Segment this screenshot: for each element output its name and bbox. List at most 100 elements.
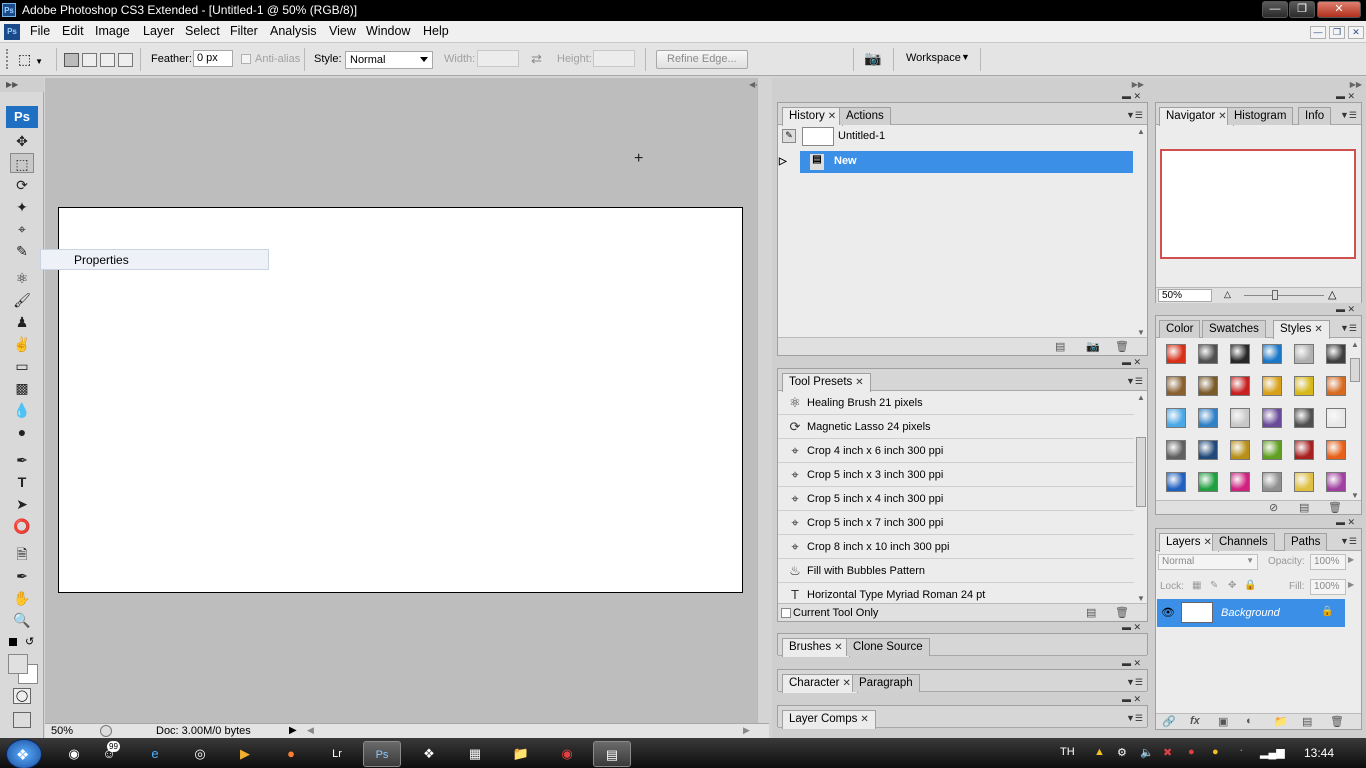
tray-icon-1[interactable]: ▲ (1094, 746, 1105, 758)
crop-tool-icon[interactable]: ⌖ (10, 219, 34, 239)
style-swatch[interactable] (1166, 472, 1186, 492)
workspace-menu[interactable]: Workspace (906, 52, 961, 64)
scroll-thumb[interactable] (1350, 358, 1360, 382)
dock-grip-right[interactable]: ▶▶ (1154, 80, 1364, 94)
scroll-right-icon[interactable]: ▶ (743, 725, 750, 736)
tab-history[interactable]: History ✕ (782, 107, 844, 126)
style-swatch[interactable] (1294, 376, 1314, 396)
taskbar-photoshop[interactable]: Ps (363, 741, 401, 767)
style-swatch[interactable] (1262, 440, 1282, 460)
tab-navigator[interactable]: Navigator ✕ (1159, 107, 1234, 126)
style-swatch[interactable] (1198, 408, 1218, 428)
menu-help[interactable]: Help (423, 24, 449, 38)
new-selection-icon[interactable] (64, 53, 79, 67)
bridge-icon[interactable]: 📷 (864, 50, 886, 68)
style-swatch[interactable] (1294, 344, 1314, 364)
close-icon[interactable]: ✕ (1314, 324, 1322, 335)
antivirus-icon[interactable]: ● (1188, 746, 1195, 758)
navigator-preview[interactable] (1160, 149, 1356, 259)
close-icon[interactable]: ✕ (1204, 537, 1212, 548)
bluetooth-icon[interactable]: ᛫ (1238, 746, 1245, 758)
lasso-tool-icon[interactable]: ⟳ (10, 175, 34, 195)
brush-tool-icon[interactable]: 🖌 (10, 290, 34, 310)
clone-stamp-tool-icon[interactable]: ♟ (10, 312, 34, 332)
trash-icon[interactable]: 🗑 (1115, 606, 1129, 619)
style-swatch[interactable] (1326, 408, 1346, 428)
clock[interactable]: 13:44 (1304, 746, 1334, 760)
screen-mode-icon[interactable] (13, 712, 31, 728)
style-swatch[interactable] (1326, 376, 1346, 396)
panel-close-icon[interactable]: ▬ ✕ (1122, 694, 1141, 705)
taskbar-ie[interactable]: e (136, 741, 174, 767)
toolbox-grip[interactable]: ▶▶ (0, 78, 44, 92)
style-swatch[interactable] (1294, 440, 1314, 460)
styles-scrollbar[interactable]: ▲ ▼ (1349, 340, 1361, 500)
close-icon[interactable]: ✕ (828, 111, 836, 122)
quick-mask-icon[interactable]: ◯ (13, 688, 31, 704)
taskbar-media[interactable]: ▶ (226, 741, 264, 767)
navigator-zoom-input[interactable]: 50% (1158, 289, 1212, 302)
lock-all-icon[interactable]: 🔒 (1244, 580, 1256, 591)
link-layers-icon[interactable]: 🔗 (1162, 715, 1176, 728)
panel-menu-icon[interactable]: ▼☰ (1340, 536, 1357, 547)
hand-tool-icon[interactable]: ✋ (10, 588, 34, 608)
panel-menu-icon[interactable]: ▼☰ (1126, 713, 1143, 724)
panel-menu-icon[interactable]: ▼☰ (1340, 110, 1357, 121)
blur-tool-icon[interactable]: 💧 (10, 400, 34, 420)
tab-layer-comps[interactable]: Layer Comps ✕ (782, 710, 876, 729)
fx-icon[interactable]: fx (1190, 715, 1200, 727)
style-swatch[interactable] (1198, 440, 1218, 460)
feather-input[interactable]: 0 px (193, 50, 233, 67)
subtract-selection-icon[interactable] (100, 53, 115, 67)
doc-minimize-button[interactable]: — (1310, 26, 1326, 39)
panel-close-icon[interactable]: ▬ ✕ (1122, 91, 1141, 102)
panel-menu-icon[interactable]: ▼☰ (1126, 677, 1143, 688)
menu-select[interactable]: Select (185, 24, 220, 38)
gradient-tool-icon[interactable]: ▩ (10, 378, 34, 398)
scroll-left-icon[interactable]: ◀ (307, 725, 314, 736)
new-preset-icon[interactable]: ▤ (1086, 606, 1096, 619)
history-snapshot-row[interactable]: ✎ Untitled-1 (778, 125, 1147, 147)
panel-close-icon[interactable]: ▬ ✕ (1336, 304, 1355, 315)
intersect-selection-icon[interactable] (118, 53, 133, 67)
tab-layers[interactable]: Layers ✕ (1159, 533, 1219, 552)
taskbar-media-player[interactable]: ◉ (548, 741, 586, 767)
menu-filter[interactable]: Filter (230, 24, 258, 38)
fill-input[interactable]: 100% (1310, 579, 1346, 595)
lock-transparent-icon[interactable]: ▦ (1192, 580, 1201, 591)
style-swatch[interactable] (1198, 472, 1218, 492)
menu-window[interactable]: Window (366, 24, 410, 38)
menu-analysis[interactable]: Analysis (270, 24, 317, 38)
style-swatch[interactable] (1198, 376, 1218, 396)
style-swatch[interactable] (1230, 472, 1250, 492)
move-tool-icon[interactable]: ✥ (10, 131, 34, 151)
adjustment-layer-icon[interactable]: ◐ (1246, 715, 1253, 727)
style-swatch[interactable] (1326, 472, 1346, 492)
start-button[interactable]: ❖ (6, 739, 42, 768)
opacity-slider-icon[interactable]: ▶ (1348, 555, 1354, 564)
history-state-row[interactable]: ▷ ▤ New (779, 151, 1133, 173)
menu-edit[interactable]: Edit (62, 24, 84, 38)
style-swatch[interactable] (1326, 344, 1346, 364)
tray-icon-2[interactable]: ⚙ (1117, 746, 1127, 759)
style-swatch[interactable] (1230, 344, 1250, 364)
panel-close-icon[interactable]: ▬ ✕ (1122, 622, 1141, 633)
style-swatch[interactable] (1262, 472, 1282, 492)
style-swatch[interactable] (1230, 408, 1250, 428)
list-item[interactable]: ⟳ Magnetic Lasso 24 pixels (778, 415, 1134, 439)
trash-icon[interactable]: 🗑 (1330, 715, 1344, 728)
swap-colors-icon[interactable]: ↺ (25, 635, 34, 648)
new-style-icon[interactable]: ▤ (1299, 501, 1309, 514)
list-item[interactable]: ⌖ Crop 5 inch x 7 inch 300 ppi (778, 511, 1134, 535)
style-swatch[interactable] (1166, 408, 1186, 428)
taskbar-app-1[interactable]: ◉ (55, 741, 93, 767)
close-icon[interactable]: ✕ (834, 642, 842, 653)
eye-icon[interactable]: 👁 (1161, 606, 1175, 619)
swap-icon[interactable]: ⇄ (531, 51, 542, 67)
eraser-tool-icon[interactable]: ▭ (10, 356, 34, 376)
type-tool-icon[interactable]: T (10, 472, 34, 492)
photoshop-menu-icon[interactable]: Ps (4, 24, 20, 40)
style-swatch[interactable] (1166, 376, 1186, 396)
close-icon[interactable]: ✕ (860, 714, 868, 725)
tray-icon-3[interactable]: ✖ (1163, 746, 1172, 759)
